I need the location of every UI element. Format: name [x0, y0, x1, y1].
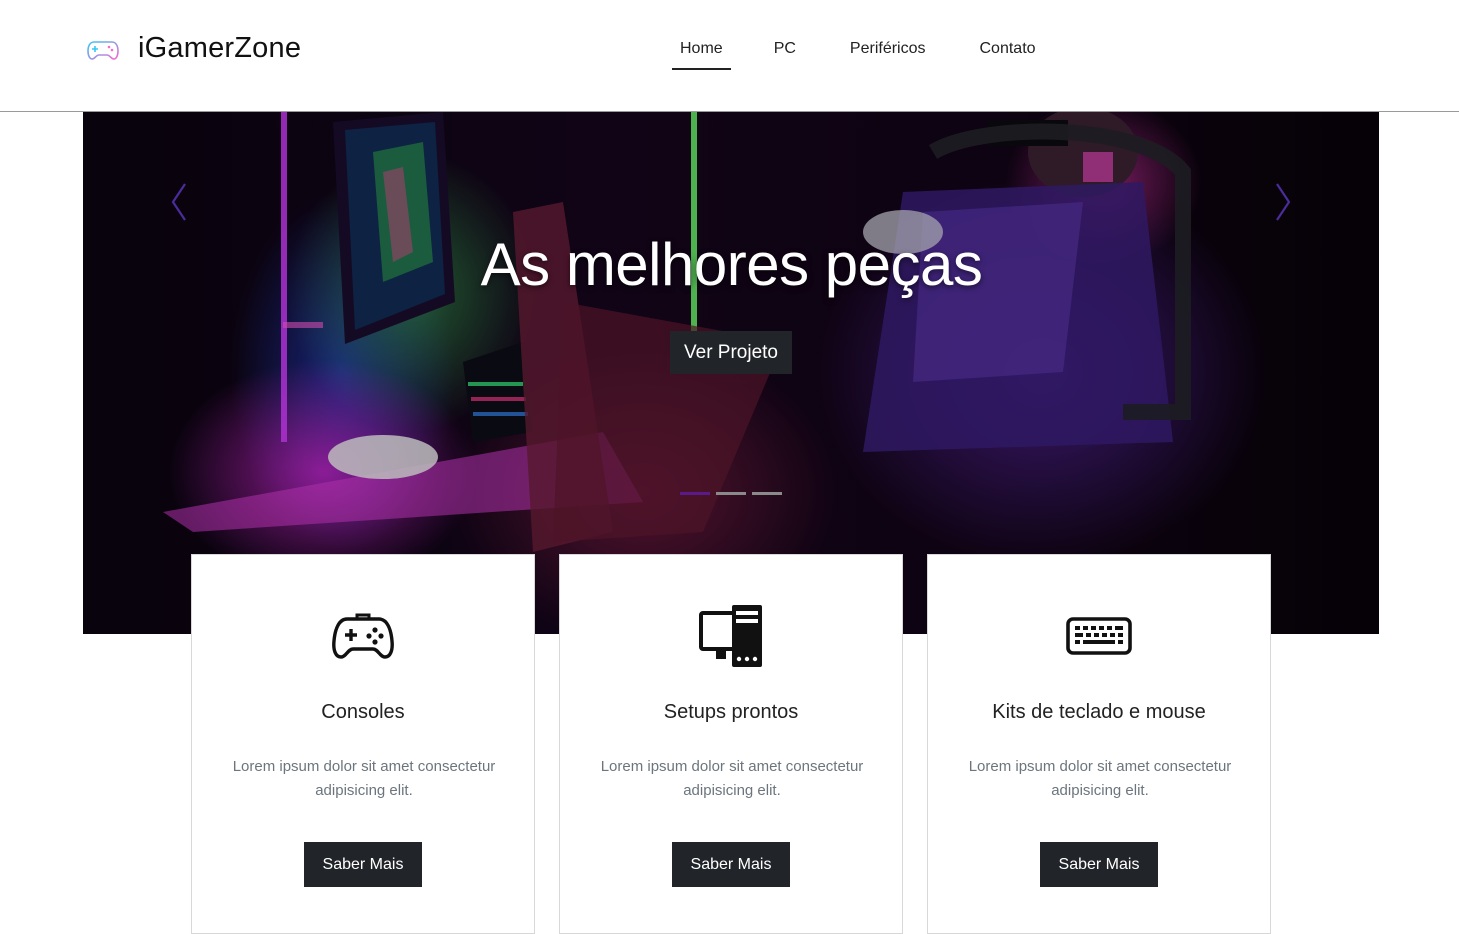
- card-text: Lorem ipsum dolor sit amet consectetur a…: [232, 758, 496, 799]
- feature-card-consoles: Consoles Lorem ipsum dolor sit amet cons…: [191, 554, 535, 934]
- carousel-next-chevron-icon[interactable]: [1273, 180, 1293, 224]
- saber-mais-button[interactable]: Saber Mais: [672, 842, 790, 887]
- nav-item-home[interactable]: Home: [668, 30, 731, 70]
- saber-mais-button[interactable]: Saber Mais: [1040, 842, 1158, 887]
- main-nav: Home PC Periféricos Contato: [668, 30, 1087, 70]
- site-header: iGamerZone Home PC Periféricos Contato: [0, 0, 1459, 112]
- hero-title: As melhores peças: [480, 231, 983, 298]
- nav-item-contato[interactable]: Contato: [977, 30, 1039, 70]
- carousel-indicator-1[interactable]: [680, 492, 710, 495]
- desktop-tower-icon: [699, 605, 762, 667]
- carousel-indicator-3[interactable]: [752, 492, 782, 495]
- carousel-indicator-2[interactable]: [716, 492, 746, 495]
- nav-item-pc[interactable]: PC: [771, 30, 799, 70]
- brand[interactable]: iGamerZone: [86, 32, 301, 65]
- feature-card-setups: Setups prontos Lorem ipsum dolor sit ame…: [559, 554, 903, 934]
- card-title: Setups prontos: [663, 701, 799, 723]
- gamepad-icon: [332, 613, 394, 659]
- brand-name: iGamerZone: [138, 32, 302, 64]
- hero-cta-button[interactable]: Ver Projeto: [670, 331, 792, 374]
- card-text: Lorem ipsum dolor sit amet consectetur a…: [600, 758, 864, 799]
- carousel-indicators: [680, 492, 788, 495]
- card-title: Kits de teclado e mouse: [992, 701, 1206, 723]
- keyboard-icon: [1066, 617, 1132, 655]
- feature-card-teclado-mouse: Kits de teclado e mouse Lorem ipsum dolo…: [927, 554, 1271, 934]
- carousel-prev-chevron-icon[interactable]: [169, 180, 189, 224]
- card-title: Consoles: [321, 701, 405, 723]
- nav-item-perifericos[interactable]: Periféricos: [847, 30, 929, 70]
- saber-mais-button[interactable]: Saber Mais: [304, 842, 422, 887]
- card-text: Lorem ipsum dolor sit amet consectetur a…: [968, 758, 1232, 799]
- gamepad-icon: [87, 40, 119, 60]
